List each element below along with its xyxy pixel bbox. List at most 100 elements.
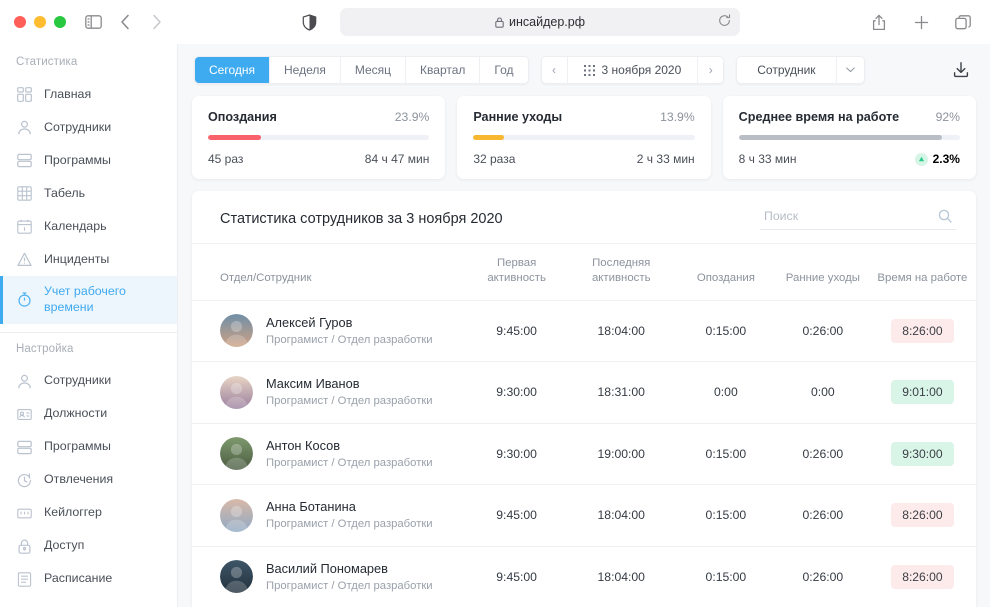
employee: Василий Пономарев Програмист / Отдел разр… [220, 560, 462, 595]
tab-god[interactable]: Год [480, 57, 528, 83]
sidebar-item-settings-sotrudniki[interactable]: Сотрудники [0, 365, 177, 398]
minimize-window-button[interactable] [34, 16, 46, 28]
cell-early-leave: 0:26:00 [776, 545, 869, 607]
sidebar-item-label: Сотрудники [44, 119, 112, 134]
cell-early-leave: 0:26:00 [776, 422, 869, 485]
reload-icon[interactable] [718, 14, 731, 30]
browser-actions [866, 9, 976, 35]
sidebar-item-glavnaya[interactable]: Главная [0, 78, 177, 111]
panel-title: Статистика сотрудников за 3 ноября 2020 [220, 210, 503, 227]
close-window-button[interactable] [14, 16, 26, 28]
avatar [220, 498, 253, 532]
nav-arrows [112, 9, 170, 35]
sidebar-item-dolzhnosti[interactable]: Должности [0, 398, 177, 431]
sidebar-item-label: Должности [44, 406, 108, 421]
table-row[interactable]: Василий Пономарев Програмист / Отдел разр… [192, 545, 976, 607]
employee-role: Програмист / Отдел разработки [266, 333, 433, 346]
cell-last-activity: 18:04:00 [567, 299, 675, 362]
search-input[interactable] [764, 209, 932, 223]
tab-nedelya[interactable]: Неделя [270, 57, 341, 83]
search-box[interactable] [760, 207, 956, 230]
sidebar-item-sotrudniki[interactable]: Сотрудники [0, 111, 177, 144]
worktime-badge: 9:01:00 [891, 380, 954, 405]
maximize-window-button[interactable] [54, 16, 66, 28]
plus-icon[interactable] [908, 9, 934, 35]
date-display[interactable]: 3 ноября 2020 [568, 63, 698, 77]
sidebar-toggle-icon[interactable] [80, 9, 106, 35]
shield-icon[interactable] [296, 9, 322, 35]
user-icon [16, 373, 33, 390]
column-header-late: Опоздания [674, 243, 777, 301]
table-row[interactable]: Анна Ботанина Програмист / Отдел разработ… [192, 484, 976, 547]
stat-card-percent: 23.9% [394, 110, 430, 124]
browser-toolbar: инсайдер.рф [0, 0, 990, 44]
column-header-early-leave: Ранние уходы [776, 243, 869, 301]
stat-card-header: Среднее время на работе 92% [739, 110, 960, 124]
cell-employee: Василий Пономарев Програмист / Отдел разр… [192, 545, 466, 607]
employee-text: Максим Иванов Програмист / Отдел разработ… [266, 375, 433, 410]
tabs-icon[interactable] [950, 9, 976, 35]
sidebar-item-incidenty[interactable]: Инциденты [0, 243, 177, 276]
tab-mesyats[interactable]: Месяц [340, 57, 407, 83]
trend-up-icon [914, 152, 928, 166]
stat-card-header: Опоздания 23.9% [208, 110, 429, 124]
cell-employee: Максим Иванов Програмист / Отдел разработ… [192, 361, 466, 424]
sidebar-item-keylogger[interactable]: Кейлоггер [0, 497, 177, 530]
employee-name: Анна Ботанина [266, 499, 356, 515]
sidebar-item-dostup[interactable]: Доступ [0, 530, 177, 563]
sidebar-item-label: Сотрудники [44, 373, 112, 388]
cell-last-activity: 19:00:00 [567, 422, 675, 485]
tab-segodnya[interactable]: Сегодня [195, 57, 270, 83]
sidebar-item-otvlecheniya[interactable]: Отвлечения [0, 464, 177, 497]
sidebar-item-tabel[interactable]: Табель [0, 177, 177, 210]
back-arrow-icon[interactable] [112, 9, 138, 35]
stat-card-duration: 2 ч 33 мин [636, 152, 695, 166]
sidebar-item-label: Отвлечения [44, 472, 114, 487]
calendar-grid-icon [583, 64, 595, 76]
forward-arrow-icon[interactable] [144, 9, 170, 35]
table-row[interactable]: Антон Косов Програмист / Отдел разработки… [192, 422, 976, 485]
employee-filter-value: Сотрудник [757, 63, 816, 77]
cell-employee: Антон Косов Програмист / Отдел разработки [192, 422, 466, 485]
next-date-button[interactable]: › [697, 57, 724, 83]
employee-role: Програмист / Отдел разработки [266, 579, 433, 592]
employee-stats-panel: Статистика сотрудников за 3 ноября 2020 [192, 191, 976, 607]
share-icon[interactable] [866, 9, 892, 35]
address-bar[interactable]: инсайдер.рф [340, 8, 740, 36]
cell-last-activity: 18:04:00 [567, 484, 675, 547]
panel-header: Статистика сотрудников за 3 ноября 2020 [192, 191, 976, 243]
sidebar-item-label: Кейлоггер [44, 505, 102, 520]
sidebar-item-raspisanie[interactable]: Расписание [0, 563, 177, 596]
sidebar-item-settings-programmy[interactable]: Программы [0, 431, 177, 464]
search-icon[interactable] [938, 209, 952, 223]
stat-card-footer: 32 раза 2 ч 33 мин [473, 152, 694, 166]
table-head: Отдел/Сотрудник Первая активность Послед… [192, 243, 976, 301]
table-row[interactable]: Максим Иванов Програмист / Отдел разработ… [192, 361, 976, 424]
sidebar-item-label: Программы [44, 439, 111, 454]
programs-icon [16, 152, 33, 169]
stat-card-title: Опоздания [208, 110, 277, 124]
employee-text: Анна Ботанина Програмист / Отдел разработ… [266, 498, 433, 533]
column-header-first-activity: Первая активность [465, 243, 568, 301]
table-row[interactable]: Алексей Гуров Програмист / Отдел разработ… [192, 299, 976, 362]
download-icon[interactable] [948, 57, 974, 83]
sidebar-item-uchet-rabochego-vremeni[interactable]: Учет рабочего времени [0, 276, 177, 324]
page-body: Статистика Главная Сотрудники Программы … [0, 44, 990, 607]
sidebar-item-kalendar[interactable]: Календарь [0, 210, 177, 243]
sidebar-item-programmy[interactable]: Программы [0, 144, 177, 177]
cell-worktime: 8:26:00 [868, 484, 976, 547]
employee-role: Програмист / Отдел разработки [266, 518, 433, 531]
period-tab-group: Сегодня Неделя Месяц Квартал Год [194, 56, 529, 84]
avatar [220, 560, 253, 594]
column-header-last-activity: Последняя активность [567, 243, 675, 301]
tab-kvartal[interactable]: Квартал [406, 57, 481, 83]
cell-first-activity: 9:45:00 [465, 484, 568, 547]
progress-bar [208, 135, 430, 140]
stat-card-rannie-uhody: Ранние уходы 13.9% 32 раза 2 ч 33 мин [457, 96, 711, 179]
employee-role: Програмист / Отдел разработки [266, 395, 433, 408]
table-icon [16, 185, 33, 202]
employee-filter-select[interactable]: Сотрудник [736, 56, 865, 84]
prev-date-button[interactable]: ‹ [541, 57, 568, 83]
stat-card-duration: 84 ч 47 мин [364, 152, 430, 166]
chevron-down-icon[interactable] [835, 57, 864, 83]
